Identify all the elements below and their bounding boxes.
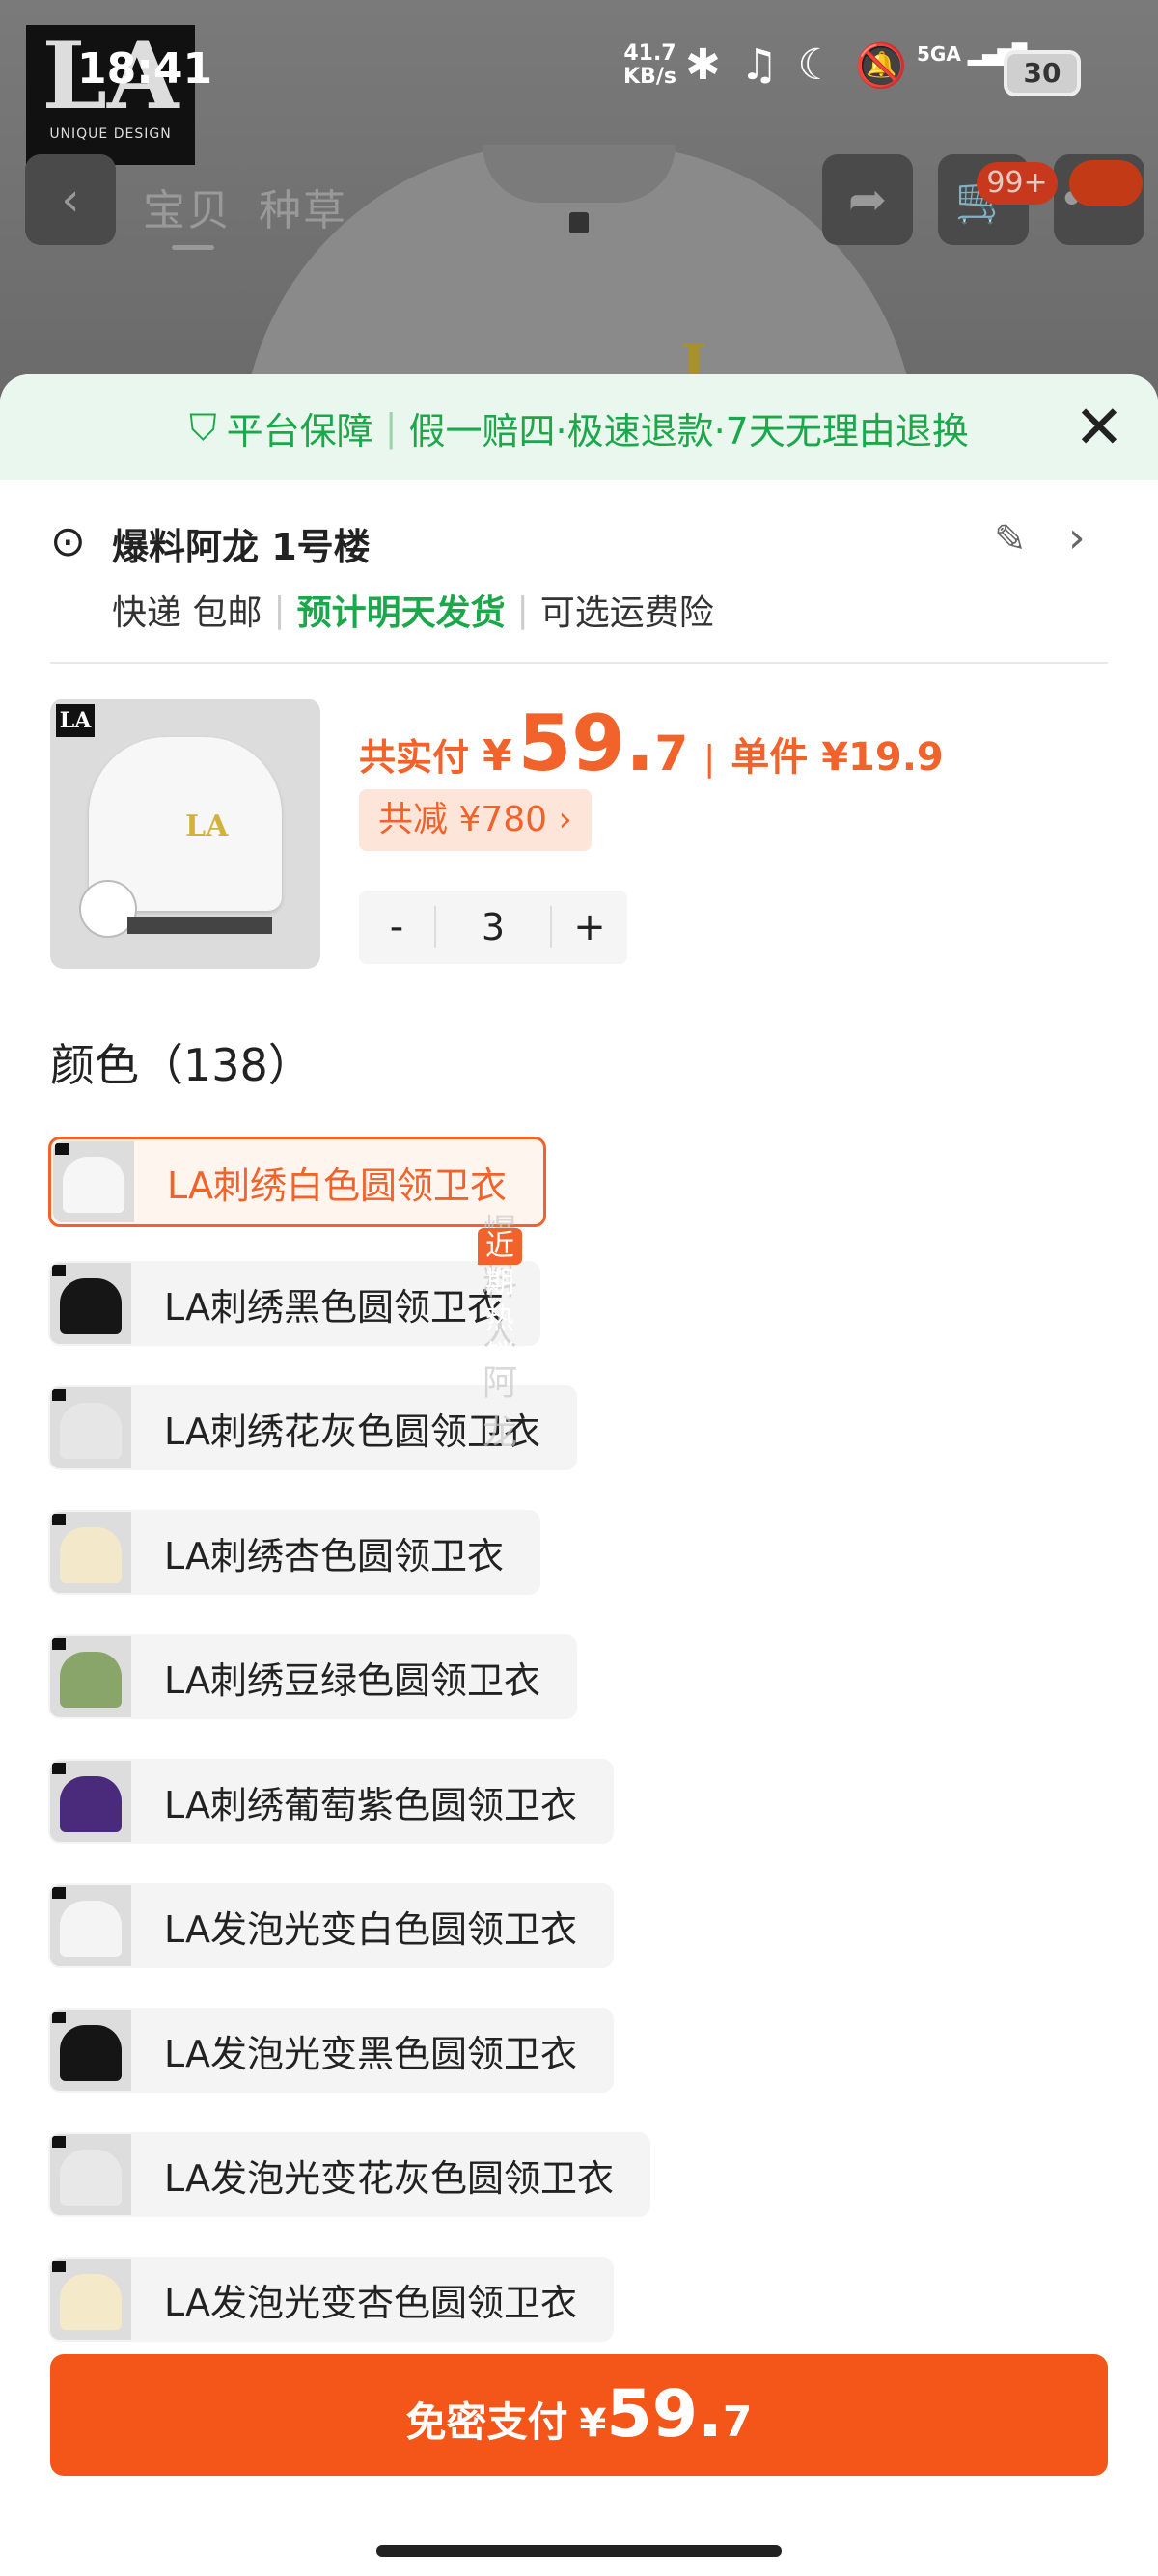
color-option-label: LA发泡光变杏色圆领卫衣 [164,2281,578,2324]
color-swatch-image [50,1263,131,1344]
tab-underline [172,245,214,250]
color-swatch-image [50,1761,131,1842]
decrease-button[interactable]: - [359,905,434,949]
delivery-info: 快递 包邮 | 预计明天发货 | 可选运费险 [112,585,714,635]
sku-selection-sheet: ⛉ 平台保障 | 假一赔四·极速退款·7天无理由退换 ✕ ⊙ 爆料阿龙 1号楼 … [0,374,1158,2576]
home-indicator[interactable] [376,2545,782,2557]
guarantee-items: 假一赔四·极速退款·7天无理由退换 [408,409,969,452]
product-thumbnail[interactable]: LA LA [50,699,320,969]
color-option[interactable]: LA刺绣豆绿色圆领卫衣 [48,1634,578,1719]
bluetooth-icon: ✱ [685,41,721,90]
color-option[interactable]: LA发泡光变杏色圆领卫衣 [48,2257,615,2342]
color-swatch-image [50,2259,131,2340]
thumbnail-brand-mark: LA [56,704,95,737]
color-option-label: LA刺绣白色圆领卫衣 [167,1164,508,1207]
back-button[interactable]: ‹ [25,154,116,245]
address-name: 爆料阿龙 1号楼 [112,526,371,568]
color-swatch-image [50,2134,131,2215]
discount-badge[interactable]: 共减 ¥780 › [359,789,592,851]
color-option[interactable]: LA发泡光变白色圆领卫衣 [48,1883,615,1968]
tab-recommend[interactable]: 种草 [259,176,347,237]
quantity-value[interactable]: 3 [434,906,552,948]
increase-button[interactable]: + [552,905,627,949]
tab-product[interactable]: 宝贝 [143,176,232,237]
estimated-shipping: 预计明天发货 [296,593,506,633]
pay-button[interactable]: 免密支付 ¥ 59. 7 [50,2354,1108,2476]
color-option[interactable]: LA发泡光变花灰色圆领卫衣 [48,2132,651,2217]
message-badge [1069,160,1143,206]
chevron-left-icon: ‹ [61,173,80,227]
platform-guarantee-banner: ⛉ 平台保障 | 假一赔四·极速退款·7天无理由退换 [0,374,1158,480]
divider [50,662,1108,664]
color-option-label: LA刺绣杏色圆领卫衣 [164,1534,505,1577]
color-option[interactable]: LA刺绣白色圆领卫衣 [48,1137,547,1227]
color-swatch-image [50,1885,131,1966]
close-button[interactable]: ✕ [1067,396,1131,459]
color-option-label: LA刺绣葡萄紫色圆领卫衣 [164,1783,578,1826]
total-label: 共实付 [359,736,470,779]
chevron-right-icon[interactable]: › [1068,513,1086,562]
total-price-int: 59. [517,699,655,788]
color-option[interactable]: LA发泡光变黑色圆领卫衣 [48,2008,615,2093]
hot-sale-tag: 近期热销 [478,1228,522,1373]
color-swatch-image [50,2010,131,2091]
color-option-label: LA发泡光变白色圆领卫衣 [164,1907,578,1951]
color-option[interactable]: LA刺绣葡萄紫色圆领卫衣 [48,1759,615,1844]
color-option[interactable]: LA刺绣黑色圆领卫衣 [48,1261,541,1346]
currency-symbol: ¥ [482,731,512,781]
mute-icon: 🔕 [854,41,908,91]
share-button[interactable]: ➦ [822,154,913,245]
share-icon: ➦ [847,173,888,227]
total-price-line: 共实付 ¥ 59. 7 | 单件 ¥19.9 [359,699,944,788]
edit-icon[interactable]: ✎ [994,517,1027,562]
shipping-insurance: 可选运费险 [539,593,714,633]
thumbnail-la-logo: LA [185,809,229,843]
cart-count-badge: 99+ [977,162,1058,205]
battery-icon: 30 [1004,50,1081,96]
color-swatch-image [50,1387,131,1468]
status-time: 18:41 [77,44,213,94]
location-pin-icon: ⊙ [50,517,86,566]
color-option-label: LA发泡光变花灰色圆领卫衣 [164,2156,615,2200]
unit-price: 单件 ¥19.9 [731,735,944,780]
color-section-title: 颜色（138） [50,1039,313,1091]
color-option-label: LA刺绣豆绿色圆领卫衣 [164,1658,541,1702]
do-not-disturb-icon: ☾ [797,41,836,90]
color-swatch-image [53,1141,134,1222]
total-price-dec: 7 [654,726,689,781]
quantity-stepper: - 3 + [359,891,627,964]
guarantee-title: 平台保障 [226,409,373,452]
color-option-label: LA发泡光变黑色圆领卫衣 [164,2032,578,2075]
network-speed: 41.7 KB/s [623,41,676,89]
color-swatch-image [50,1512,131,1593]
close-icon: ✕ [1074,392,1124,462]
color-swatch-image [50,1636,131,1717]
color-option[interactable]: LA刺绣杏色圆领卫衣 [48,1510,541,1595]
shield-check-icon: ⛉ [189,405,217,449]
earbuds-icon: ♫ [739,41,779,90]
shipping-method: 快递 包邮 [112,593,262,633]
color-option-label: LA刺绣黑色圆领卫衣 [164,1285,505,1329]
